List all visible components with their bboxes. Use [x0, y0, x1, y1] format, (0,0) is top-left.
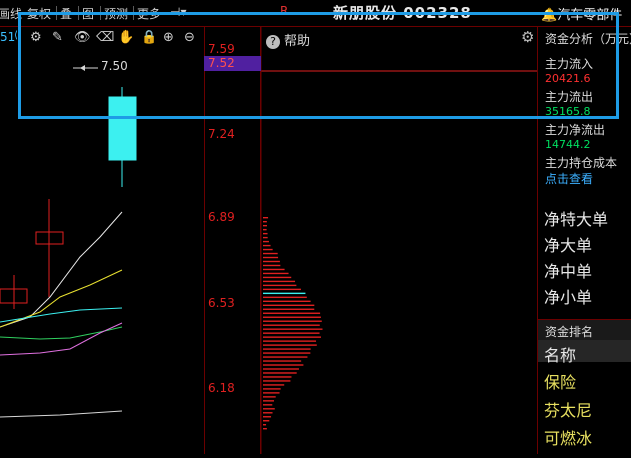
- ma-line-green: [0, 327, 122, 339]
- profile-bar: [263, 328, 322, 329]
- profile-bar: [263, 392, 280, 393]
- profile-bar: [263, 245, 271, 246]
- profile-bar: [263, 420, 269, 421]
- profile-bar: [263, 249, 273, 250]
- ma-line-yellow: [0, 270, 122, 327]
- profile-bar: [263, 225, 267, 226]
- highlight-box: [18, 12, 619, 119]
- profile-bar: [263, 233, 268, 234]
- profile-bar: [263, 277, 291, 278]
- net-item[interactable]: 净特大单: [544, 206, 608, 230]
- profile-bar: [263, 340, 316, 341]
- profile-bar: [263, 404, 272, 405]
- profile-bar: [263, 221, 267, 222]
- profile-bar: [263, 301, 311, 302]
- ranking-item[interactable]: 保险: [544, 369, 576, 393]
- ranking-item[interactable]: 芬太尼: [544, 397, 592, 421]
- profile-bar: [263, 253, 278, 254]
- profile-bar: [263, 281, 295, 282]
- profile-bar: [263, 293, 305, 294]
- main-net-outflow-label: 主力净流出: [545, 121, 605, 138]
- ranking-title: 资金排名: [545, 323, 593, 340]
- main-cost-label: 主力持仓成本: [545, 154, 617, 171]
- net-item[interactable]: 净中单: [544, 258, 592, 282]
- profile-bar: [263, 348, 311, 349]
- profile-bar: [263, 396, 276, 397]
- profile-bar: [263, 305, 314, 306]
- profile-bar: [263, 408, 275, 409]
- tick-label: 7.24: [208, 127, 235, 141]
- profile-bar: [263, 344, 317, 345]
- profile-bar: [263, 321, 322, 322]
- period-label: 51: [0, 30, 15, 44]
- ma-line-white: [0, 212, 122, 327]
- view-link[interactable]: 点击查看: [545, 170, 593, 187]
- profile-bar: [263, 257, 278, 258]
- profile-bar: [263, 388, 281, 389]
- profile-bar: [263, 364, 303, 365]
- profile-bar: [263, 241, 269, 242]
- profile-bar: [263, 400, 274, 401]
- profile-bar: [263, 269, 285, 270]
- profile-bar: [263, 368, 299, 369]
- profile-bar: [263, 273, 289, 274]
- profile-bar: [263, 332, 320, 333]
- tick-label: 6.53: [208, 296, 235, 310]
- ma-line-lower: [0, 411, 122, 417]
- profile-bar: [263, 297, 307, 298]
- profile-bar: [263, 416, 271, 417]
- profile-bar: [263, 229, 267, 230]
- profile-bar: [263, 285, 296, 286]
- net-item[interactable]: 净大单: [544, 232, 592, 256]
- ranking-col-header[interactable]: 名称: [544, 342, 576, 366]
- profile-bar: [263, 289, 301, 290]
- profile-bar: [263, 424, 266, 425]
- profile-bar: [263, 317, 321, 318]
- profile-bar: [263, 265, 280, 266]
- main-net-outflow-value: 14744.2: [545, 138, 591, 151]
- profile-bar: [263, 313, 320, 314]
- profile-bar: [263, 376, 291, 377]
- tick-label: 6.18: [208, 381, 235, 395]
- profile-bar: [263, 412, 273, 413]
- profile-bar: [263, 384, 284, 385]
- profile-bar: [263, 217, 268, 218]
- profile-bar: [263, 360, 301, 361]
- profile-bar: [263, 336, 321, 337]
- profile-bars: [263, 217, 322, 429]
- profile-bar: [263, 352, 310, 353]
- profile-bar: [263, 356, 307, 357]
- profile-bar: [263, 261, 280, 262]
- profile-bar: [263, 380, 290, 381]
- ranking-item[interactable]: 可燃冰: [544, 425, 592, 449]
- profile-bar: [263, 372, 297, 373]
- profile-bar: [263, 428, 267, 429]
- profile-bar: [263, 325, 320, 326]
- tick-label: 6.89: [208, 210, 235, 224]
- net-item[interactable]: 净小单: [544, 284, 592, 308]
- ma-line-magenta: [0, 323, 122, 355]
- profile-bar: [263, 237, 268, 238]
- profile-bar: [263, 309, 314, 310]
